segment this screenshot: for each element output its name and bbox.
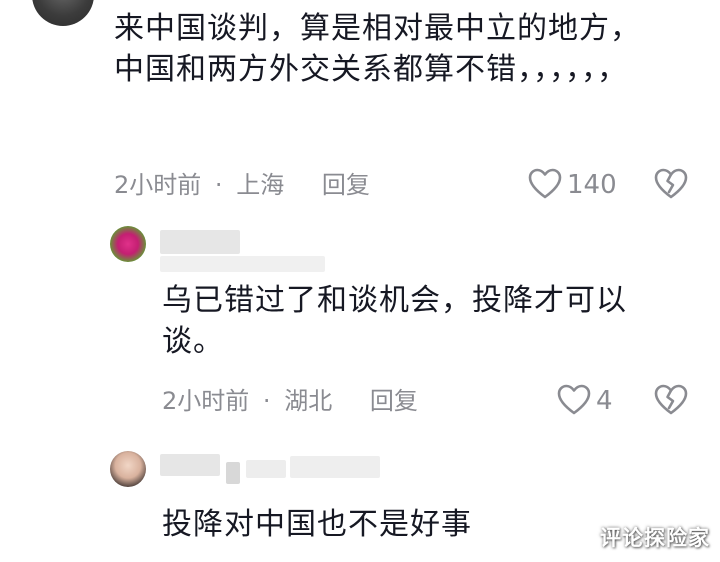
like-count: 4 (596, 386, 613, 416)
reply-meta: 2小时前 · 湖北 回复 (162, 386, 418, 416)
broken-heart-icon[interactable] (654, 384, 688, 416)
broken-heart-icon[interactable] (654, 168, 688, 200)
username-blurred (290, 456, 380, 478)
reply-location: 湖北 (284, 387, 333, 415)
username-blurred (160, 256, 325, 272)
username-blurred (226, 462, 240, 484)
meta-separator: · (214, 171, 223, 199)
comment-location: 上海 (236, 171, 285, 199)
comment-text: 来中国谈判，算是相对最中立的地方，中国和两方外交关系都算不错，，，，，， (114, 11, 641, 87)
username-blurred (246, 460, 286, 478)
watermark: 评论探险家 (600, 526, 710, 550)
username-blurred (160, 454, 220, 476)
reply-time: 2小时前 (162, 387, 250, 415)
reply-button[interactable]: 回复 (322, 171, 370, 199)
comment-time: 2小时前 (114, 171, 202, 199)
meta-separator: · (262, 387, 271, 415)
heart-outline-icon[interactable] (557, 384, 591, 416)
like-count: 140 (567, 170, 617, 200)
reply-text: 乌已错过了和谈机会，投降才可以谈。 (162, 283, 627, 359)
reply-text: 投降对中国也不是好事 (162, 507, 472, 542)
avatar[interactable] (110, 451, 146, 487)
comment-meta: 2小时前 · 上海 回复 (114, 170, 370, 200)
avatar[interactable] (32, 0, 94, 26)
heart-outline-icon[interactable] (528, 168, 562, 200)
reply-button[interactable]: 回复 (370, 387, 418, 415)
username-blurred (160, 230, 240, 254)
avatar[interactable] (110, 226, 146, 262)
